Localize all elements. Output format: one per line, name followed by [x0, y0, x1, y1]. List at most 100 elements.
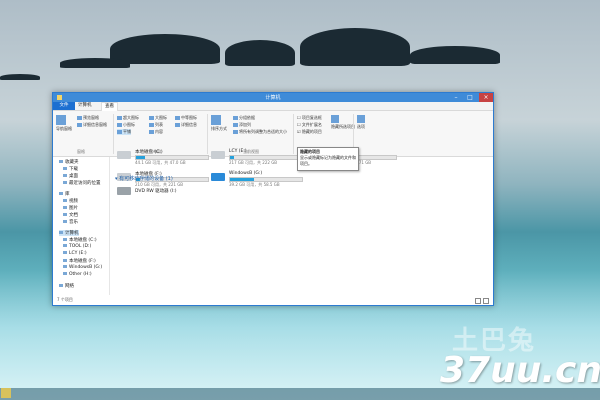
- xlarge-icons-button[interactable]: 超大图标: [117, 115, 139, 121]
- nav-item-downloads[interactable]: 下载: [63, 166, 78, 172]
- video-icon: [63, 199, 67, 202]
- drive-icon: [63, 259, 67, 262]
- nav-label: 收藏夹: [65, 160, 79, 165]
- preview-pane-button[interactable]: 预览窗格: [77, 115, 99, 121]
- tab-file[interactable]: 文件: [53, 102, 75, 110]
- status-bar: 7 个项目: [53, 297, 493, 305]
- hard-drive-icon: [117, 151, 131, 159]
- nav-label: 本地磁盘 (C:): [69, 238, 97, 243]
- minimize-button[interactable]: –: [449, 93, 463, 102]
- nav-item-drive-e[interactable]: LCY (E:): [63, 251, 87, 256]
- nav-item-pictures[interactable]: 图片: [63, 205, 78, 211]
- nav-label: 网络: [65, 284, 74, 289]
- details-view-icon[interactable]: [475, 298, 481, 304]
- watermark-text: 37uu.cn: [440, 350, 600, 391]
- explorer-window[interactable]: 计算机 – □ × 文件 计算机 查看 导航窗格 预览窗格 详细信息窗格 窗格 …: [52, 92, 494, 306]
- columns-icon: [233, 123, 238, 127]
- tab-computer[interactable]: 计算机: [75, 102, 95, 110]
- title-bar[interactable]: 计算机 – □ ×: [53, 93, 493, 102]
- medium-icons-label: 中等图标: [181, 115, 197, 120]
- drive-tile-g[interactable]: WindowsB (G:) 39.2 GB 可用，共 58.5 GB: [211, 171, 303, 189]
- small-icons-button[interactable]: 小图标: [117, 122, 135, 128]
- tiles-button[interactable]: 平铺: [117, 129, 131, 135]
- tiles-label: 平铺: [123, 129, 131, 134]
- nav-label: 桌面: [69, 174, 78, 179]
- nav-label: 视频: [69, 199, 78, 204]
- nav-item-videos[interactable]: 视频: [63, 198, 78, 204]
- removable-devices-header[interactable]: ▾ 有可移动存储的设备 (1): [115, 175, 173, 182]
- ribbon-separator: [207, 114, 208, 154]
- list-button[interactable]: 列表: [149, 122, 163, 128]
- file-extensions-toggle[interactable]: ☐ 文件扩展名: [297, 122, 322, 128]
- drive-icon: [63, 265, 67, 268]
- navigation-pane: 收藏夹 下载 桌面 最近访问的位置 库 视频 图片 文档 音乐 计算机 本地磁盘…: [53, 157, 110, 295]
- drive-icon: [63, 272, 67, 275]
- section-label: 有可移动存储的设备 (1): [119, 176, 173, 182]
- tooltip-text: 显示或隐藏标记为隐藏的文件和项目。: [300, 155, 356, 166]
- item-checkboxes-toggle[interactable]: ☐ 项目复选框: [297, 115, 322, 121]
- nav-item-drive-g[interactable]: WindowsB (G:): [63, 265, 102, 270]
- group-icon: [233, 116, 238, 120]
- drive-name: DVD RW 驱动器 (I:): [135, 189, 177, 194]
- hide-icon: [331, 115, 339, 123]
- nav-label: 本地磁盘 (F:): [69, 259, 96, 264]
- sort-by-button[interactable]: 排序方式: [211, 115, 227, 132]
- options-button[interactable]: 选项: [357, 115, 366, 130]
- ribbon-separator: [293, 114, 294, 154]
- nav-item-documents[interactable]: 文档: [63, 212, 78, 218]
- nav-label: TOOL (D:): [69, 244, 92, 249]
- drive-size: 39.2 GB 可用，共 58.5 GB: [229, 182, 280, 187]
- item-count: 7 个项目: [57, 297, 73, 302]
- nav-item-computer[interactable]: 计算机: [59, 230, 79, 236]
- add-columns-button[interactable]: 添加列: [233, 122, 251, 128]
- content-label: 内容: [155, 129, 163, 134]
- drive-size: 44.1 GB 可用，共 47.0 GB: [135, 160, 186, 165]
- nav-label: Other (H:): [69, 272, 92, 277]
- drive-usage-fill: [230, 178, 255, 181]
- start-button[interactable]: [1, 388, 11, 398]
- nav-item-desktop[interactable]: 桌面: [63, 173, 78, 179]
- hard-drive-icon: [211, 151, 225, 159]
- nav-item-drive-d[interactable]: TOOL (D:): [63, 244, 91, 249]
- nav-item-music[interactable]: 音乐: [63, 219, 78, 225]
- tiles-view-icon[interactable]: [483, 298, 489, 304]
- details-button[interactable]: 详细信息: [175, 122, 197, 128]
- nav-item-drive-c[interactable]: 本地磁盘 (C:): [63, 237, 97, 243]
- drive-size: 217 GB 可用，共 222 GB: [229, 160, 278, 165]
- medium-icons-button[interactable]: 中等图标: [175, 115, 197, 121]
- nav-pane-button[interactable]: 导航窗格: [56, 115, 72, 132]
- nav-item-drive-h[interactable]: Other (H:): [63, 272, 92, 277]
- nav-item-favorites[interactable]: 收藏夹: [59, 159, 79, 165]
- nav-item-recent[interactable]: 最近访问的位置: [63, 180, 101, 186]
- dvd-drive-tile[interactable]: DVD RW 驱动器 (I:): [117, 185, 207, 203]
- nav-item-libraries[interactable]: 库: [59, 191, 70, 197]
- small-icons-label: 小图标: [123, 122, 135, 127]
- nav-item-network[interactable]: 网络: [59, 283, 74, 289]
- nav-item-drive-f[interactable]: 本地磁盘 (F:): [63, 258, 96, 264]
- taskbar: [0, 388, 600, 400]
- hidden-items-toggle[interactable]: ☑ 隐藏的项目: [297, 129, 322, 135]
- drive-tile-c[interactable]: 本地磁盘 (C:) 44.1 GB 可用，共 47.0 GB: [117, 149, 209, 167]
- hide-selected-button[interactable]: 隐藏所选项目: [331, 115, 355, 130]
- size-columns-button[interactable]: 将所有列调整为合适的大小: [233, 129, 287, 135]
- hidden-items-label: 隐藏的项目: [301, 129, 322, 134]
- content-button[interactable]: 内容: [149, 129, 163, 135]
- drive-name: WindowsB (G:): [229, 171, 263, 176]
- nav-label: 下载: [69, 167, 78, 172]
- drive-tile-e[interactable]: LCY (E:) 217 GB 可用，共 222 GB: [211, 149, 303, 167]
- rock-formation: [300, 28, 410, 66]
- maximize-button[interactable]: □: [463, 93, 477, 102]
- close-button[interactable]: ×: [479, 93, 493, 102]
- group-by-button[interactable]: 分组依据: [233, 115, 255, 121]
- pane-icon: [56, 115, 66, 125]
- drive-icon: [63, 251, 67, 254]
- drive-usage-fill: [230, 156, 234, 159]
- windows-drive-icon: [211, 173, 225, 181]
- document-icon: [63, 213, 67, 216]
- nav-label: LCY (E:): [69, 251, 87, 256]
- hidden-items-tooltip: 隐藏的项目 显示或隐藏标记为隐藏的文件和项目。: [297, 147, 359, 171]
- tab-view[interactable]: 查看: [101, 102, 118, 111]
- large-icons-button[interactable]: 大图标: [149, 115, 167, 121]
- details-pane-button[interactable]: 详细信息窗格: [77, 122, 107, 128]
- nav-label: 图片: [69, 206, 78, 211]
